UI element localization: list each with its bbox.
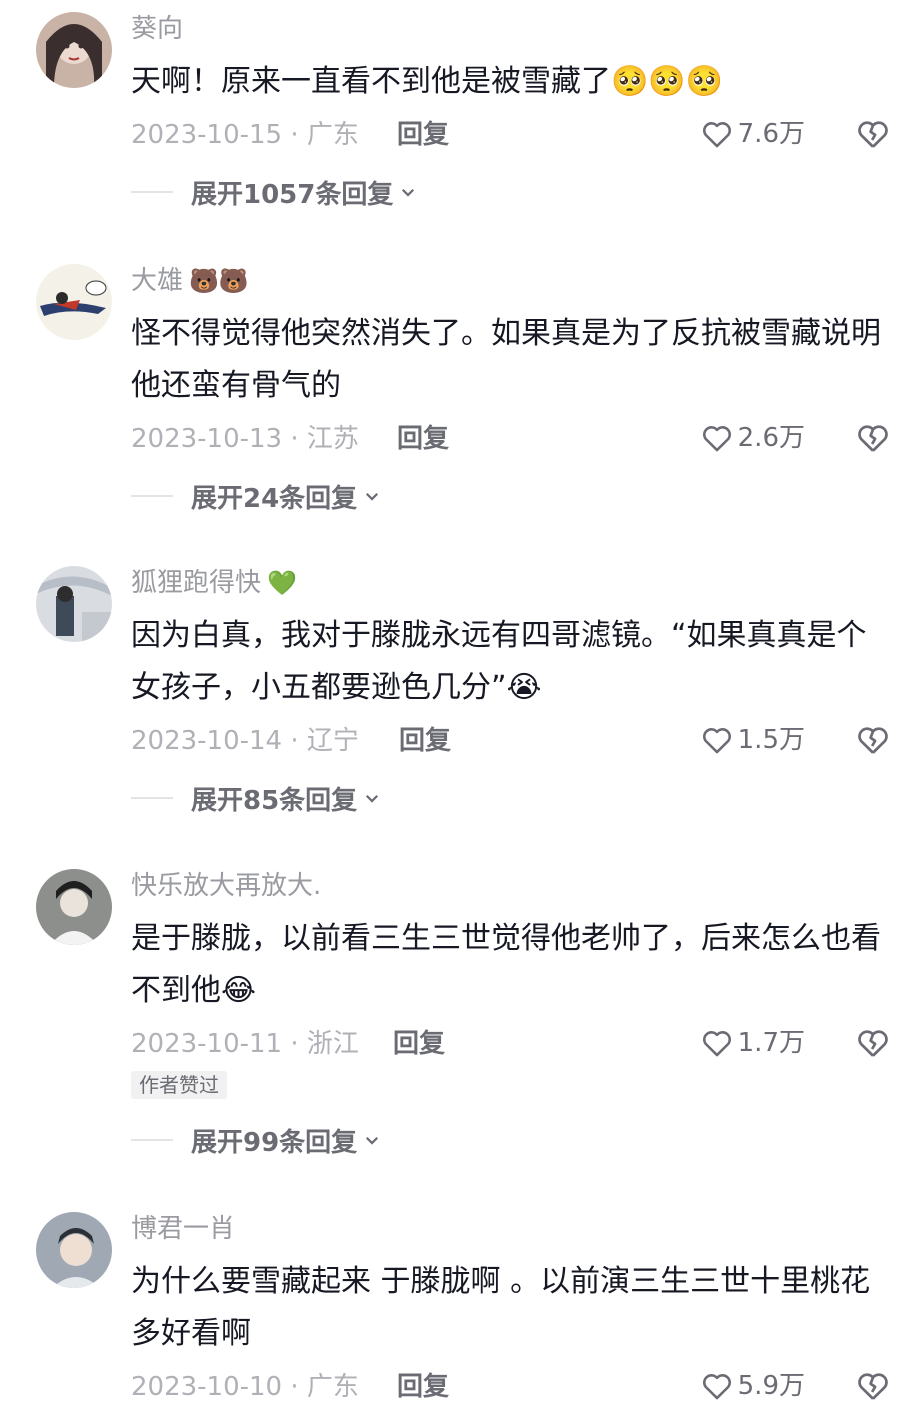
expand-replies-button[interactable]: 展开85条回复 <box>131 780 381 816</box>
avatar[interactable] <box>36 12 112 88</box>
comment-meta: 2023-10-13 · 江苏 回复 2.6万 <box>131 422 891 456</box>
user-name[interactable]: 大雄 🐻🐻 <box>131 264 249 298</box>
reply-button[interactable]: 回复 <box>393 1027 445 1061</box>
reply-button[interactable]: 回复 <box>399 724 451 758</box>
broken-heart-icon[interactable] <box>855 722 891 758</box>
avatar[interactable] <box>36 264 112 340</box>
heart-outline-icon <box>702 1374 731 1400</box>
avatar[interactable] <box>36 1212 112 1288</box>
reply-button[interactable]: 回复 <box>397 1370 449 1404</box>
like-count: 1.5万 <box>737 725 805 755</box>
heart-outline-icon <box>702 1031 731 1057</box>
comment-text: 天啊！原来一直看不到他是被雪藏了🥺🥺🥺 <box>131 64 724 99</box>
user-name-text[interactable]: 狐狸跑得快 <box>131 568 261 598</box>
expand-replies-button[interactable]: 展开24条回复 <box>131 478 381 514</box>
reply-button[interactable]: 回复 <box>397 422 449 456</box>
comment-meta: 2023-10-10 · 广东 回复 5.9万 <box>131 1370 891 1404</box>
comment-meta: 2023-10-15 · 广东 回复 7.6万 <box>131 118 891 152</box>
broken-heart-icon[interactable] <box>855 420 891 456</box>
heart-outline-icon <box>702 426 731 452</box>
like-count: 2.6万 <box>737 423 805 453</box>
like-button[interactable]: 5.9万 <box>700 1368 805 1404</box>
divider-line <box>131 495 173 497</box>
like-button[interactable]: 7.6万 <box>700 116 805 152</box>
date-location: 2023-10-10 · 广东 <box>131 1372 359 1402</box>
broken-heart-icon[interactable] <box>855 1368 891 1404</box>
date-location: 2023-10-13 · 江苏 <box>131 424 359 454</box>
comment-meta: 2023-10-11 · 浙江 回复 1.7万 <box>131 1027 891 1061</box>
user-name[interactable]: 快乐放大再放大. <box>131 869 327 903</box>
expand-replies-button[interactable]: 展开1057条回复 <box>131 174 417 210</box>
divider-line <box>131 797 173 799</box>
date-location: 2023-10-11 · 浙江 <box>131 1029 359 1059</box>
expand-replies-label: 展开85条回复 <box>191 785 358 816</box>
chevron-down-icon <box>366 794 379 803</box>
user-name-text[interactable]: 大雄 <box>131 266 183 296</box>
comment-text: 是于滕胧，以前看三生三世觉得他老帅了，后来怎么也看不到他😂 <box>131 921 881 1008</box>
comment-text: 怪不得觉得他突然消失了。如果真是为了反抗被雪藏说明他还蛮有骨气的 <box>131 316 881 403</box>
author-liked-badge: 作者赞过 <box>131 1071 227 1099</box>
like-count: 1.7万 <box>737 1028 805 1058</box>
chevron-down-icon <box>402 188 415 197</box>
comment-meta: 2023-10-14 · 辽宁 回复 1.5万 <box>131 724 891 758</box>
avatar[interactable] <box>36 869 112 945</box>
divider-line <box>131 1139 173 1141</box>
date-location: 2023-10-14 · 辽宁 <box>131 726 359 756</box>
expand-replies-button[interactable]: 展开99条回复 <box>131 1122 381 1158</box>
broken-heart-icon[interactable] <box>855 1025 891 1061</box>
broken-heart-icon[interactable] <box>855 116 891 152</box>
date-location: 2023-10-15 · 广东 <box>131 120 359 150</box>
like-count: 5.9万 <box>737 1371 805 1401</box>
chevron-down-icon <box>366 492 379 501</box>
reply-button[interactable]: 回复 <box>397 118 449 152</box>
heart-outline-icon <box>702 122 731 148</box>
like-button[interactable]: 1.7万 <box>700 1025 805 1061</box>
user-name-text[interactable]: 葵向 <box>131 14 183 44</box>
expand-replies-label: 展开99条回复 <box>191 1127 358 1158</box>
comment-text: 为什么要雪藏起来 于滕胧啊 。以前演三生三世十里桃花多好看啊 <box>131 1264 871 1351</box>
user-name-emoji: 💚 <box>267 569 297 597</box>
expand-replies-label: 展开24条回复 <box>191 483 358 514</box>
like-button[interactable]: 1.5万 <box>700 722 805 758</box>
user-name-text[interactable]: 快乐放大再放大. <box>131 871 321 901</box>
chevron-down-icon <box>366 1136 379 1145</box>
divider-line <box>131 191 173 193</box>
like-button[interactable]: 2.6万 <box>700 420 805 456</box>
like-count: 7.6万 <box>737 119 805 149</box>
user-name-text[interactable]: 博君一肖 <box>131 1214 235 1244</box>
user-name[interactable]: 狐狸跑得快 💚 <box>131 566 297 600</box>
heart-outline-icon <box>702 728 731 754</box>
comment-text: 因为白真，我对于滕胧永远有四哥滤镜。“如果真真是个女孩子，小五都要逊色几分”😭 <box>131 618 867 705</box>
user-name[interactable]: 博君一肖 <box>131 1212 241 1246</box>
user-name-emoji: 🐻🐻 <box>189 267 249 295</box>
user-name[interactable]: 葵向 <box>131 12 189 46</box>
avatar[interactable] <box>36 566 112 642</box>
expand-replies-label: 展开1057条回复 <box>191 179 394 210</box>
